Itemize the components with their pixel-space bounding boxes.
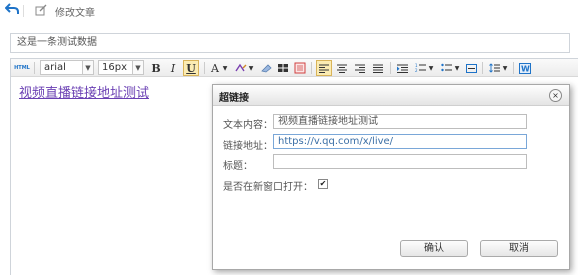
chevron-down-icon[interactable]: ▼ — [247, 60, 255, 76]
align-right-icon[interactable] — [353, 60, 367, 76]
format-paint-icon[interactable] — [293, 60, 307, 76]
indent-icon[interactable] — [395, 60, 409, 76]
text-content-field[interactable]: 视频直播链接地址测试 — [273, 114, 527, 129]
dialog-header: 超链接 × — [213, 85, 569, 106]
article-title-input[interactable]: 这是一条测试数据 — [10, 33, 570, 53]
eraser-icon[interactable] — [259, 60, 273, 76]
back-arrow-icon[interactable] — [4, 3, 21, 17]
line-height-icon[interactable] — [487, 60, 501, 76]
svg-text:W: W — [521, 64, 530, 73]
url-field[interactable]: https://v.qq.com/x/live/ — [273, 134, 527, 149]
page-title: 修改文章 — [55, 8, 95, 19]
underline-button[interactable]: U — [183, 60, 199, 76]
edit-icon — [35, 4, 47, 16]
chevron-down-icon[interactable]: ▼ — [427, 60, 435, 76]
chevron-down-icon[interactable]: ▼ — [83, 60, 94, 75]
font-size-select[interactable]: 16px — [98, 60, 133, 75]
toolbar-separator — [204, 62, 205, 74]
dialog-title: 超链接 — [219, 93, 249, 104]
italic-button[interactable]: I — [166, 60, 180, 76]
divider — [23, 5, 24, 17]
link-title-field[interactable] — [273, 154, 527, 169]
chevron-down-icon[interactable]: ▼ — [133, 60, 144, 75]
chevron-down-icon[interactable]: ▼ — [453, 60, 461, 76]
align-left-icon[interactable] — [316, 60, 332, 76]
font-family-select[interactable]: arial — [40, 60, 83, 75]
toolbar-separator — [311, 62, 312, 74]
toolbar-separator — [34, 62, 35, 74]
html-source-button[interactable]: HTML — [13, 60, 31, 76]
hyperlink-dialog: 超链接 × 文本内容： 视频直播链接地址测试 链接地址： https://v.q… — [212, 84, 570, 270]
font-color-button[interactable]: A — [209, 60, 221, 76]
editor-toolbar: HTML arial ▼ 16px ▼ B I U A ▼ ▼ 1 2 ▼ ▼ … — [11, 59, 578, 77]
new-window-checkbox[interactable]: ✔ — [318, 179, 328, 189]
content-link[interactable]: 视频直播链接地址测试 — [19, 82, 149, 101]
new-window-label: 是否在新窗口打开： — [223, 182, 313, 193]
text-content-label: 文本内容： — [223, 120, 273, 131]
align-justify-icon[interactable] — [371, 60, 385, 76]
toolbar-separator — [482, 62, 483, 74]
table-icon[interactable] — [276, 60, 290, 76]
bold-button[interactable]: B — [149, 60, 163, 76]
confirm-button[interactable]: 确认 — [400, 240, 468, 257]
cancel-button[interactable]: 取消 — [480, 240, 558, 257]
top-bar: 修改文章 — [0, 0, 578, 22]
horizontal-rule-icon[interactable] — [464, 60, 478, 76]
chevron-down-icon[interactable]: ▼ — [221, 60, 229, 76]
toolbar-separator — [390, 62, 391, 74]
word-icon[interactable]: W — [518, 60, 532, 76]
highlight-icon[interactable] — [233, 60, 247, 76]
toolbar-separator — [513, 62, 514, 74]
url-label: 链接地址： — [223, 141, 273, 152]
link-title-label: 标题： — [223, 161, 253, 172]
svg-text:2: 2 — [415, 68, 418, 73]
chevron-down-icon[interactable]: ▼ — [501, 60, 509, 76]
close-icon[interactable]: × — [549, 89, 562, 102]
align-center-icon[interactable] — [335, 60, 349, 76]
unordered-list-icon[interactable] — [439, 60, 453, 76]
ordered-list-icon[interactable]: 12 — [413, 60, 427, 76]
